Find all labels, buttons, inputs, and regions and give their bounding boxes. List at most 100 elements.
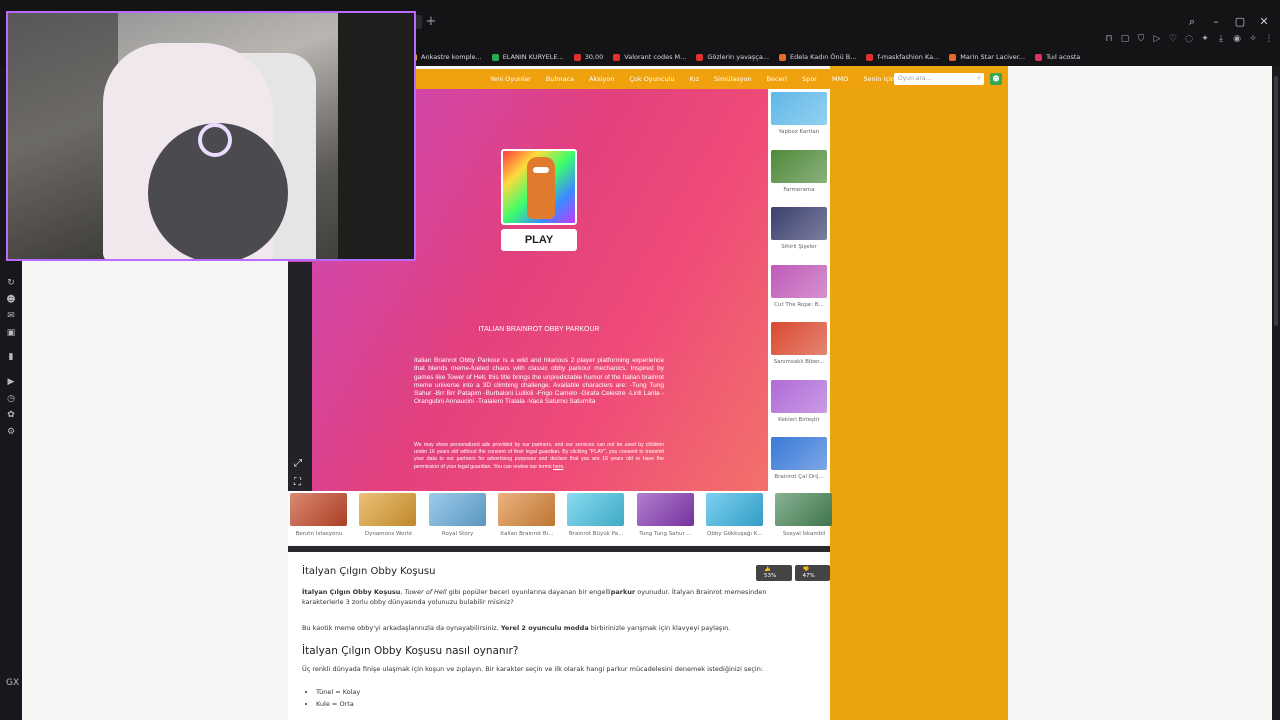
- player-icon[interactable]: ▶: [6, 377, 16, 387]
- game-tile-label: Kekleri Birleştir: [778, 416, 820, 423]
- nav-link[interactable]: MMO: [832, 75, 848, 83]
- game-tile[interactable]: Kekleri Birleştir: [770, 379, 828, 423]
- game-tile[interactable]: Cut The Rope: B...: [770, 264, 828, 308]
- webcam-door: [338, 13, 414, 259]
- puzzle-icon[interactable]: ✦: [1200, 34, 1210, 44]
- search-placeholder: Oyun ara...: [898, 75, 932, 82]
- bookmark-favicon-icon: [491, 53, 499, 61]
- new-tab-button[interactable]: +: [424, 15, 438, 29]
- game-tile[interactable]: Tung Tung Sahur ...: [636, 493, 695, 537]
- game-tile-image: [771, 207, 827, 240]
- bookmark-item[interactable]: 30,00: [573, 53, 603, 61]
- game-tile[interactable]: Yapboz Kartları: [770, 92, 828, 135]
- game-tile[interactable]: Italian Brainrot Bi...: [497, 493, 556, 537]
- settings-icon[interactable]: ⚙: [6, 427, 16, 437]
- game-tile[interactable]: Sanımsaklı Biber...: [770, 322, 828, 365]
- terms-link[interactable]: here: [553, 464, 563, 470]
- nav-link[interactable]: Kız: [690, 75, 699, 83]
- recommended-games-row: Benzin İstasyonu Dynamons World Royal Stor…: [288, 491, 833, 545]
- extensions-icon[interactable]: ✿: [6, 410, 16, 420]
- bookmark-label: ELANIN KURYELE...: [502, 53, 564, 61]
- webcam-overlay: [6, 11, 416, 261]
- search-tabs-icon[interactable]: ⌕: [1186, 15, 1198, 29]
- refresh-icon[interactable]: ↻: [6, 278, 16, 288]
- game-tile-image: [359, 493, 417, 526]
- game-tile-image: [771, 92, 827, 125]
- bookmark-item[interactable]: ELANIN KURYELE...: [491, 53, 564, 61]
- bookmark-favicon-icon: [779, 53, 787, 61]
- game-tile-image: [771, 264, 827, 298]
- menu-icon[interactable]: ⋮: [1264, 34, 1274, 44]
- search-icon[interactable]: ⌕: [977, 74, 981, 83]
- scrollbar[interactable]: [1272, 66, 1280, 720]
- close-icon[interactable]: ✕: [1258, 15, 1270, 29]
- nav-link[interactable]: Senin için: [863, 75, 895, 83]
- wallet-icon[interactable]: ▣: [6, 328, 16, 338]
- history-icon[interactable]: ◷: [6, 394, 16, 404]
- screen: + ⌕ – ▢ ✕ ⊓ ▢ ⛉ ▷ ♡ ◌ ✦ ⤓ ◉ ✧ ⋮ Ankastre…: [0, 0, 1280, 720]
- nav-link[interactable]: Aksiyon: [589, 75, 614, 83]
- messenger-icon[interactable]: ✉: [6, 311, 16, 321]
- twitch-icon[interactable]: ▮: [6, 352, 16, 362]
- bookmark-item[interactable]: Gözlerin yavaşça...: [696, 53, 769, 61]
- nav-link[interactable]: Çok Oyunculu: [629, 75, 674, 83]
- game-tile[interactable]: Brainrot Büyük Pa...: [567, 493, 625, 537]
- p2-b: birbirinizle yarışmak için klavyeyi payl…: [588, 624, 731, 632]
- bookmark-favicon-icon: [866, 53, 874, 61]
- bookmark-favicon-icon: [573, 53, 581, 61]
- game-tile[interactable]: Benzin İstasyonu: [290, 493, 348, 537]
- bookmark-label: Ankastre komple...: [421, 53, 482, 61]
- game-tile[interactable]: Farmerama: [770, 149, 828, 193]
- game-tile-label: Brainrot Çal Orij...: [774, 474, 824, 480]
- nav-link[interactable]: Simülasyon: [714, 75, 752, 83]
- webcam-background: [8, 13, 118, 259]
- box-icon[interactable]: ▢: [1120, 34, 1130, 44]
- maximize-icon[interactable]: ▢: [1234, 15, 1246, 29]
- expand-icon[interactable]: ⤢: [294, 458, 302, 469]
- nav-links: Yeni Oyunlar Bulmaca Aksiyon Çok Oyunculu Kı…: [490, 69, 895, 89]
- gx-logo-icon[interactable]: GX: [6, 678, 19, 688]
- profile-icon[interactable]: ☻: [6, 295, 16, 305]
- bookmark-item[interactable]: Tuıl acosta: [1035, 53, 1080, 61]
- p2-a: Bu kaotik meme obby'yi arkadaşlarınızla …: [302, 624, 501, 632]
- search-input[interactable]: Oyun ara... ⌕: [894, 73, 984, 85]
- nav-link[interactable]: Spor: [802, 75, 817, 83]
- p1-italic: Tower of Hell: [404, 588, 447, 596]
- scrollbar-thumb[interactable]: [1274, 76, 1278, 326]
- bookmark-item[interactable]: Valorant codes M...: [613, 53, 686, 61]
- download-icon[interactable]: ⤓: [1216, 34, 1226, 44]
- game-tile[interactable]: Brainrot Çal Orij...: [770, 437, 828, 480]
- play-icon[interactable]: ▷: [1152, 34, 1162, 44]
- game-tile[interactable]: Royal Story: [428, 493, 487, 537]
- play-button[interactable]: PLAY: [501, 229, 577, 251]
- game-tile[interactable]: Sosyal İskambil: [775, 493, 833, 537]
- game-tile[interactable]: Dynamons World: [359, 493, 417, 537]
- pin-icon[interactable]: ⊓: [1104, 34, 1114, 44]
- nav-link[interactable]: Beceri: [767, 75, 788, 83]
- chat-icon[interactable]: ◌: [1184, 34, 1194, 44]
- vote-down-button[interactable]: 👎 47%: [794, 565, 830, 581]
- vote-up-button[interactable]: 👍 53%: [756, 565, 792, 581]
- bookmark-item[interactable]: Edela Kadın Önü B...: [779, 53, 856, 61]
- bookmark-item[interactable]: Ankastre komple...: [410, 53, 482, 61]
- nav-link[interactable]: Bulmaca: [546, 75, 574, 83]
- game-controls-bar: ⤢ ⛶: [288, 262, 312, 491]
- bookmark-item[interactable]: Marin Star Laciver...: [949, 53, 1025, 61]
- bookmark-item[interactable]: f-maskfashion Ka...: [866, 53, 939, 61]
- fullscreen-icon[interactable]: ⛶: [294, 477, 301, 488]
- vote-badges: 👍 53% 👎 47%: [756, 565, 830, 581]
- game-tile-image: [290, 493, 347, 526]
- game-tile[interactable]: Obby Gökkuşağı K...: [705, 493, 764, 537]
- nav-link[interactable]: Yeni Oyunlar: [490, 75, 531, 83]
- list-item: Kule = Orta: [316, 698, 360, 710]
- game-thumbnail[interactable]: [501, 149, 577, 225]
- camera-icon[interactable]: ◉: [1232, 34, 1242, 44]
- ai-icon[interactable]: ✧: [1248, 34, 1258, 44]
- bookmark-label: Valorant codes M...: [624, 53, 687, 61]
- minimize-icon[interactable]: –: [1210, 15, 1222, 29]
- shield-icon[interactable]: ⛉: [1136, 34, 1146, 44]
- user-account-button[interactable]: ☻: [990, 73, 1002, 85]
- heart-icon[interactable]: ♡: [1168, 34, 1178, 44]
- article-paragraph-2: Bu kaotik meme obby'yi arkadaşlarınızla …: [302, 623, 802, 633]
- game-tile[interactable]: Sihirli Şişeler: [770, 207, 828, 250]
